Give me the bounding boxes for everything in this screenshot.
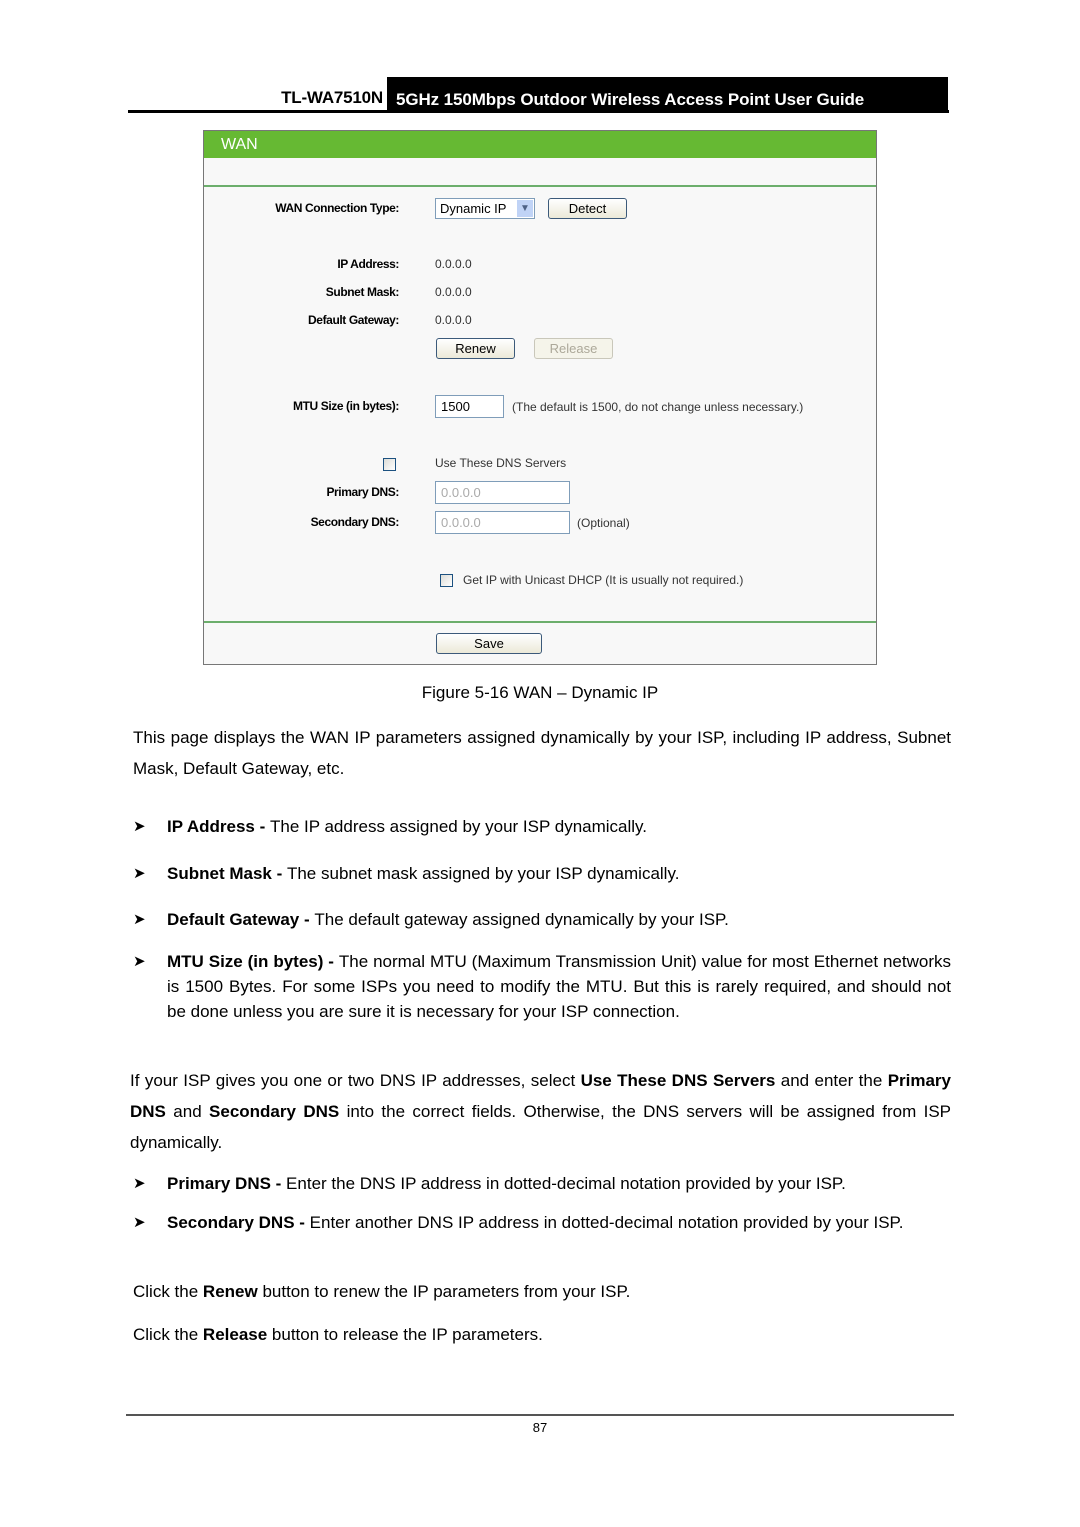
wan-connection-type-value: Dynamic IP [440, 201, 507, 216]
release-paragraph: Click the Release button to release the … [133, 1319, 951, 1350]
arrowhead-bullet-icon: ➤ [133, 1175, 146, 1192]
save-button[interactable]: Save [436, 633, 542, 654]
detect-button[interactable]: Detect [548, 198, 627, 219]
text-run: Click the [133, 1282, 203, 1301]
intro-paragraph: This page displays the WAN IP parameters… [133, 728, 951, 778]
chevron-down-icon[interactable]: ▼ [517, 200, 533, 217]
arrowhead-bullet-icon: ➤ [133, 865, 146, 882]
subnet-mask-value: 0.0.0.0 [435, 285, 472, 299]
text-run: button to renew the IP parameters from y… [257, 1282, 631, 1301]
renew-paragraph: Click the Renew button to renew the IP p… [133, 1276, 951, 1307]
unicast-dhcp-checkbox[interactable] [440, 574, 453, 587]
bullet-term: IP Address - [167, 817, 270, 836]
dns-paragraph: If your ISP gives you one or two DNS IP … [130, 1065, 951, 1158]
header-model: TL-WA7510N [281, 88, 383, 107]
default-gateway-value: 0.0.0.0 [435, 313, 472, 327]
ip-address-value: 0.0.0.0 [435, 257, 472, 271]
bullet-term: MTU Size (in bytes) - [167, 952, 339, 971]
bullet-text: Enter another DNS IP address in dotted-d… [309, 1213, 904, 1232]
release-button[interactable]: Release [534, 338, 613, 359]
wan-settings-panel: WAN WAN Connection Type: Dynamic IP ▼ De… [203, 130, 877, 665]
wan-connection-type-label: WAN Connection Type: [275, 201, 399, 215]
arrowhead-bullet-icon: ➤ [133, 818, 146, 835]
ip-address-label: IP Address: [337, 257, 399, 271]
bullet-text: The IP address assigned by your ISP dyna… [269, 817, 648, 836]
bold-run: Use These DNS Servers [580, 1071, 776, 1090]
bold-run: Release [202, 1325, 268, 1344]
mtu-note: (The default is 1500, do not change unle… [512, 400, 804, 414]
bold-run: Secondary DNS [209, 1102, 340, 1121]
subnet-mask-label: Subnet Mask: [325, 285, 400, 299]
panel-divider-top [204, 185, 876, 187]
bold-run: Renew [202, 1282, 258, 1301]
page-number: 87 [532, 1420, 548, 1435]
bullet-term: Secondary DNS - [167, 1213, 310, 1232]
arrowhead-bullet-icon: ➤ [133, 1214, 146, 1231]
secondary-dns-note: (Optional) [577, 516, 630, 530]
secondary-dns-label: Secondary DNS: [310, 515, 400, 529]
panel-header: WAN [204, 131, 876, 158]
footer-rule [126, 1414, 954, 1416]
figure-caption: Figure 5-16 WAN – Dynamic IP [421, 683, 659, 702]
default-gateway-label: Default Gateway: [308, 313, 399, 327]
secondary-dns-input[interactable]: 0.0.0.0 [435, 511, 570, 534]
arrowhead-bullet-icon: ➤ [133, 953, 146, 970]
bullet-term: Default Gateway - [167, 910, 315, 929]
header-title: 5GHz 150Mbps Outdoor Wireless Access Poi… [387, 77, 948, 112]
header-rule [128, 110, 949, 113]
bullet-term: Subnet Mask - [167, 864, 287, 883]
text-run: and [165, 1102, 210, 1121]
bullet-text: Enter the DNS IP address in dotted-decim… [286, 1174, 846, 1193]
panel-divider-bottom [204, 621, 876, 623]
mtu-size-input[interactable]: 1500 [435, 395, 504, 418]
primary-dns-input[interactable]: 0.0.0.0 [435, 481, 570, 504]
renew-button[interactable]: Renew [436, 338, 515, 359]
text-run: button to release the IP parameters. [267, 1325, 543, 1344]
bullet-term: Primary DNS - [167, 1174, 287, 1193]
bullet-text: The default gateway assigned dynamically… [314, 910, 729, 929]
wan-connection-type-select[interactable]: Dynamic IP ▼ [435, 198, 535, 219]
use-dns-servers-checkbox[interactable] [383, 458, 396, 471]
use-dns-servers-label: Use These DNS Servers [435, 456, 567, 470]
text-run: and enter the [775, 1071, 888, 1090]
bullet-text: The subnet mask assigned by your ISP dyn… [286, 864, 680, 883]
text-run: Click the [133, 1325, 203, 1344]
panel-title: WAN [221, 136, 258, 153]
primary-dns-label: Primary DNS: [326, 485, 399, 499]
mtu-size-label: MTU Size (in bytes): [292, 399, 399, 413]
unicast-dhcp-label: Get IP with Unicast DHCP (It is usually … [463, 573, 744, 587]
text-run: If your ISP gives you one or two DNS IP … [130, 1071, 581, 1090]
arrowhead-bullet-icon: ➤ [133, 911, 146, 928]
